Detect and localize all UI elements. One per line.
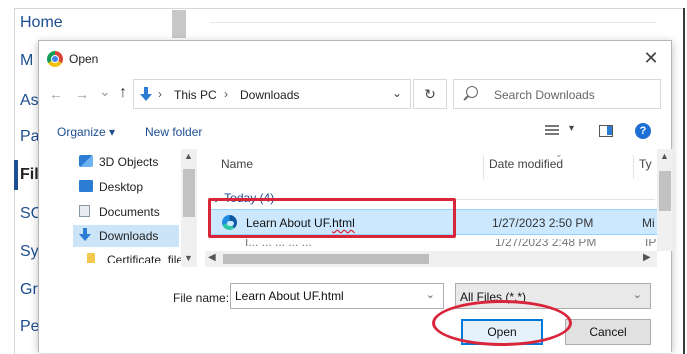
annotation-highlight-rectangle bbox=[208, 198, 456, 238]
column-divider[interactable] bbox=[633, 155, 634, 179]
page-nav-pe[interactable]: Pe bbox=[20, 318, 40, 336]
scrollbar-thumb[interactable] bbox=[659, 171, 671, 211]
page-nav-gr[interactable]: Gr bbox=[20, 281, 38, 299]
file-list-horizontal-scrollbar[interactable]: ◀ ▶ bbox=[205, 251, 657, 267]
downloads-icon bbox=[79, 228, 91, 242]
nav-item-downloads[interactable]: Downloads bbox=[73, 225, 179, 247]
organize-button[interactable]: Organize ▾ bbox=[57, 125, 115, 139]
back-arrow-icon[interactable]: ← bbox=[49, 86, 63, 102]
3d-objects-icon bbox=[79, 155, 93, 167]
file-date-cell: 1/27/2023 2:48 PM bbox=[495, 239, 597, 249]
open-file-dialog: Open ✕ ← → ⌄ ↑ › This PC › Downloads ⌄ ↻… bbox=[38, 40, 673, 353]
address-bar[interactable]: › This PC › Downloads ⌄ bbox=[133, 79, 411, 109]
file-type-cell: Mi bbox=[642, 216, 655, 230]
desktop-icon bbox=[79, 180, 93, 192]
page-right-border bbox=[683, 8, 685, 354]
nav-item-label: Downloads bbox=[99, 229, 159, 243]
cancel-button[interactable]: Cancel bbox=[565, 319, 651, 345]
address-row: ← → ⌄ ↑ › This PC › Downloads ⌄ ↻ Search… bbox=[39, 77, 671, 111]
file-name-label: File name: bbox=[173, 291, 230, 305]
scroll-left-icon[interactable]: ◀ bbox=[208, 252, 216, 263]
file-name-input[interactable] bbox=[235, 289, 415, 303]
file-name-cell: I... ... ... ... ... bbox=[245, 239, 312, 249]
search-input[interactable]: Search Downloads bbox=[494, 88, 595, 102]
page-nav-files[interactable]: Fil bbox=[20, 166, 39, 184]
nav-item-label: Documents bbox=[99, 205, 160, 219]
view-dropdown-icon[interactable]: ▾ bbox=[569, 123, 574, 134]
new-folder-button[interactable]: New folder bbox=[145, 125, 202, 139]
folder-icon bbox=[87, 253, 95, 263]
nav-pane-scrollbar[interactable]: ▲ ▼ bbox=[181, 149, 197, 267]
help-icon[interactable]: ? bbox=[635, 123, 651, 139]
nav-item-label: Certificate_file bbox=[107, 253, 184, 263]
page-top-border bbox=[14, 8, 685, 9]
breadcrumb-separator: › bbox=[224, 87, 228, 101]
recent-locations-icon[interactable]: ⌄ bbox=[99, 83, 111, 100]
dialog-titlebar[interactable]: Open ✕ bbox=[39, 41, 671, 75]
breadcrumb-downloads[interactable]: Downloads bbox=[240, 88, 299, 102]
chevron-down-icon[interactable]: ⌄ bbox=[392, 86, 402, 100]
column-header-type[interactable]: Ty bbox=[639, 157, 652, 171]
search-box[interactable]: Search Downloads bbox=[453, 79, 661, 109]
page-scrollbar-thumb[interactable] bbox=[172, 10, 186, 38]
scroll-up-icon[interactable]: ▲ bbox=[184, 151, 193, 161]
scrollbar-thumb[interactable] bbox=[183, 169, 195, 217]
file-list-vertical-scrollbar[interactable]: ▲ bbox=[657, 149, 673, 251]
preview-pane-icon[interactable] bbox=[599, 125, 613, 137]
command-bar: Organize ▾ New folder ▾ ? bbox=[39, 117, 671, 147]
column-header-name[interactable]: Name bbox=[221, 157, 253, 171]
dialog-bottom-controls: File name: ⌄ All Files (*.*) ⌄ Open Canc… bbox=[39, 269, 671, 353]
breadcrumb-separator: › bbox=[158, 87, 162, 101]
file-name-combobox[interactable]: ⌄ bbox=[230, 283, 444, 309]
scroll-right-icon[interactable]: ▶ bbox=[643, 252, 651, 263]
view-options-icon[interactable] bbox=[545, 125, 559, 137]
page-nav-as[interactable]: As bbox=[20, 92, 39, 110]
nav-item-label: 3D Objects bbox=[99, 155, 159, 169]
chrome-icon bbox=[47, 51, 63, 67]
file-date-cell: 1/27/2023 2:50 PM bbox=[492, 216, 594, 230]
scroll-up-icon[interactable]: ▲ bbox=[660, 151, 669, 161]
file-type-cell: IP bbox=[645, 239, 657, 249]
downloads-icon bbox=[140, 87, 152, 101]
column-divider[interactable] bbox=[483, 155, 484, 179]
search-icon bbox=[466, 86, 478, 98]
page-nav-home[interactable]: Home bbox=[20, 14, 63, 32]
page-nav-pa[interactable]: Pa bbox=[20, 128, 40, 146]
up-arrow-icon[interactable]: ↑ bbox=[119, 84, 127, 102]
chevron-down-icon[interactable]: ⌄ bbox=[633, 288, 642, 301]
forward-arrow-icon[interactable]: → bbox=[75, 86, 89, 102]
page-active-indicator bbox=[14, 160, 18, 190]
scroll-down-icon[interactable]: ▼ bbox=[184, 253, 193, 263]
chevron-down-icon[interactable]: ⌄ bbox=[426, 288, 435, 301]
close-icon[interactable]: ✕ bbox=[641, 48, 661, 68]
breadcrumb-this-pc[interactable]: This PC bbox=[174, 88, 217, 102]
scrollbar-thumb[interactable] bbox=[223, 254, 429, 264]
page-nav-m[interactable]: M bbox=[20, 52, 33, 70]
documents-icon bbox=[79, 205, 90, 217]
refresh-button[interactable]: ↻ bbox=[413, 79, 447, 109]
annotation-highlight-ellipse bbox=[432, 300, 572, 346]
page-divider bbox=[210, 22, 656, 23]
nav-item-label: Desktop bbox=[99, 180, 144, 194]
file-row[interactable]: I... ... ... ... ... 1/27/2023 2:48 PM I… bbox=[209, 239, 663, 251]
page-nav-sy[interactable]: Sy bbox=[20, 243, 39, 261]
dialog-title: Open bbox=[69, 52, 99, 66]
column-header-date[interactable]: Date modified bbox=[489, 157, 563, 171]
